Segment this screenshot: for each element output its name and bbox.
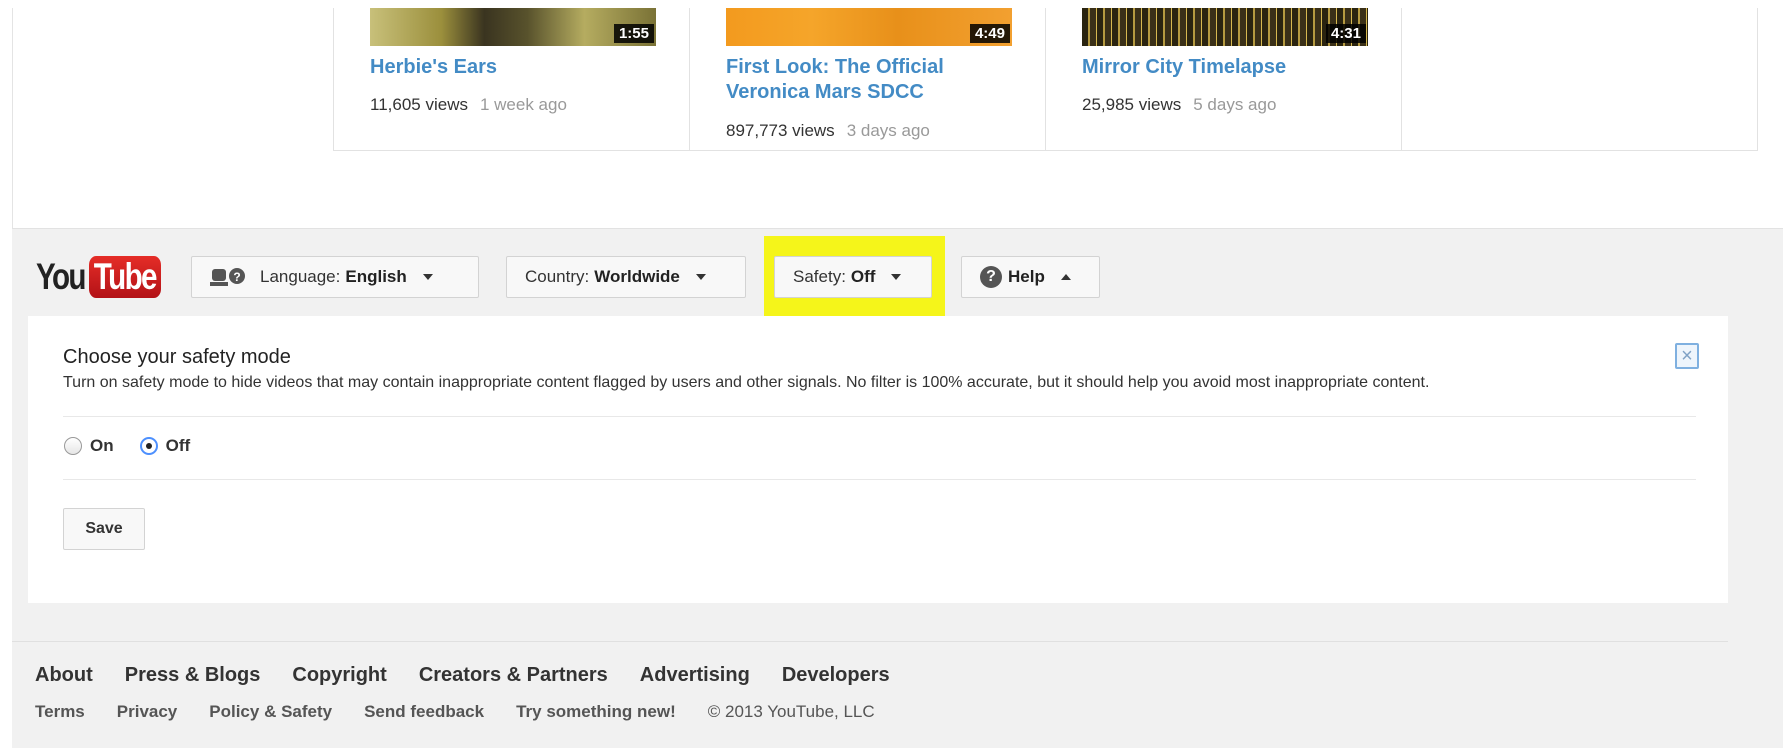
chevron-up-icon xyxy=(1060,274,1071,280)
help-icon: ? xyxy=(980,266,1002,288)
footer-link-privacy[interactable]: Privacy xyxy=(117,702,178,722)
video-views: 11,605 views xyxy=(370,95,468,114)
logo-you-text: You xyxy=(36,256,87,297)
video-card[interactable]: 4:31 Mirror City Timelapse 25,985 views 5… xyxy=(1046,8,1402,150)
related-videos-row: 1:55 Herbie's Ears 11,605 views 1 week ag… xyxy=(333,8,1758,151)
footer-link-creators-partners[interactable]: Creators & Partners xyxy=(419,664,608,687)
video-card[interactable]: 4:49 First Look: The Official Veronica M… xyxy=(690,8,1046,150)
safety-value: Off xyxy=(850,267,876,286)
footer-primary-links: About Press & Blogs Copyright Creators &… xyxy=(35,664,922,687)
copyright-text: © 2013 YouTube, LLC xyxy=(707,702,875,721)
video-meta: 25,985 views 5 days ago xyxy=(1082,95,1276,115)
footer-link-try-something-new[interactable]: Try something new! xyxy=(516,702,676,722)
country-value: Worldwide xyxy=(594,267,680,286)
language-picker-button[interactable]: ? Language: English xyxy=(191,256,479,298)
video-age: 1 week ago xyxy=(479,95,567,114)
safety-off-radio[interactable] xyxy=(139,437,158,455)
footer-link-about[interactable]: About xyxy=(35,664,93,687)
video-meta: 897,773 views 3 days ago xyxy=(726,121,930,141)
safety-on-radio[interactable] xyxy=(64,437,82,455)
video-thumbnail[interactable]: 4:31 xyxy=(1082,8,1368,46)
svg-text:?: ? xyxy=(233,270,240,284)
footer-link-terms[interactable]: Terms xyxy=(35,702,85,722)
chevron-down-icon xyxy=(422,274,433,280)
footer-link-press-blogs[interactable]: Press & Blogs xyxy=(125,664,261,687)
close-icon[interactable]: × xyxy=(1675,343,1699,369)
youtube-logo[interactable]: You Tube xyxy=(36,255,179,299)
footer-link-copyright[interactable]: Copyright xyxy=(292,664,386,687)
video-title-link[interactable]: First Look: The Official Veronica Mars S… xyxy=(726,55,1026,105)
video-duration: 4:31 xyxy=(1325,24,1366,43)
help-button[interactable]: ? Help xyxy=(961,256,1100,298)
video-meta: 11,605 views 1 week ago xyxy=(370,95,567,115)
country-picker-button[interactable]: Country: Worldwide xyxy=(506,256,746,298)
safety-mode-panel: Choose your safety mode Turn on safety m… xyxy=(28,316,1728,603)
safety-mode-options: On Off xyxy=(64,436,216,456)
footer-link-policy-safety[interactable]: Policy & Safety xyxy=(209,702,332,722)
safety-on-label[interactable]: On xyxy=(90,436,114,456)
safety-picker-button[interactable]: Safety: Off xyxy=(774,256,932,298)
footer-link-developers[interactable]: Developers xyxy=(782,664,890,687)
panel-divider xyxy=(63,416,1696,417)
logo-tube-text: Tube xyxy=(89,256,161,298)
chevron-down-icon xyxy=(695,274,706,280)
footer-secondary-links: Terms Privacy Policy & Safety Send feedb… xyxy=(35,702,875,722)
video-duration: 4:49 xyxy=(969,24,1010,43)
country-label: Country: xyxy=(525,267,590,286)
help-label: Help xyxy=(1008,267,1045,286)
safety-label: Safety: xyxy=(793,267,846,286)
footer-divider xyxy=(12,641,1728,642)
save-button[interactable]: Save xyxy=(63,508,145,550)
video-views: 25,985 views xyxy=(1082,95,1182,114)
panel-description: Turn on safety mode to hide videos that … xyxy=(63,374,1430,391)
panel-divider xyxy=(63,479,1696,480)
language-label: Language: xyxy=(260,267,341,286)
video-thumbnail[interactable]: 4:49 xyxy=(726,8,1012,46)
video-title-link[interactable]: Mirror City Timelapse xyxy=(1082,55,1382,80)
panel-title: Choose your safety mode xyxy=(63,346,291,368)
language-value: English xyxy=(345,267,407,286)
video-duration: 1:55 xyxy=(613,24,654,43)
video-views: 897,773 views xyxy=(726,121,835,140)
video-card[interactable]: 1:55 Herbie's Ears 11,605 views 1 week ag… xyxy=(334,8,690,150)
video-age: 3 days ago xyxy=(846,121,930,140)
video-age: 5 days ago xyxy=(1193,95,1277,114)
footer-link-advertising[interactable]: Advertising xyxy=(640,664,750,687)
safety-off-label[interactable]: Off xyxy=(166,436,191,456)
language-icon: ? xyxy=(210,267,246,287)
video-title-link[interactable]: Herbie's Ears xyxy=(370,55,670,80)
footer-link-send-feedback[interactable]: Send feedback xyxy=(364,702,484,722)
chevron-down-icon xyxy=(891,274,902,280)
page: 1:55 Herbie's Ears 11,605 views 1 week ag… xyxy=(0,0,1783,748)
video-thumbnail[interactable]: 1:55 xyxy=(370,8,656,46)
video-card-empty xyxy=(1402,8,1758,150)
